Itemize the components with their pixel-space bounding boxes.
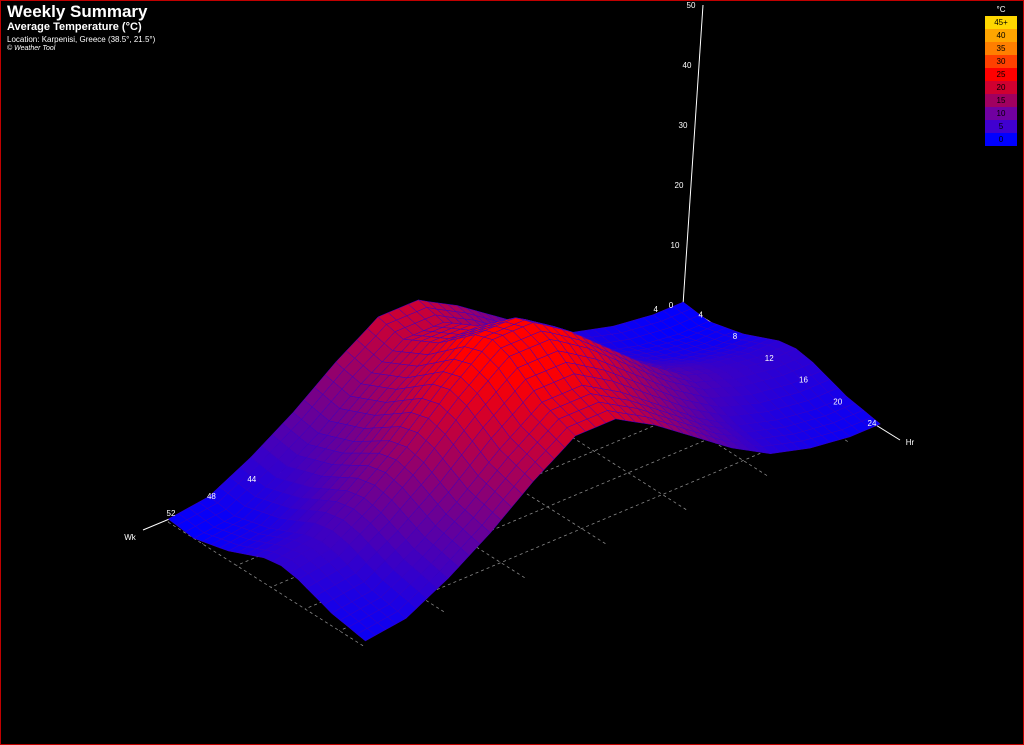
location-text: Location: Karpenisi, Greece (38.5°, 21.5… (7, 35, 156, 44)
legend-item: 30 (985, 55, 1017, 68)
week-axis-label: Wk (124, 533, 137, 542)
hour-tick-label: 24 (868, 419, 877, 428)
week-tick-label: 48 (207, 492, 216, 501)
legend-item: 40 (985, 29, 1017, 42)
hour-tick-label: 16 (799, 376, 808, 385)
z-axis-line (682, 4, 704, 306)
legend-item: 5 (985, 120, 1017, 133)
week-tick-label: 4 (653, 305, 658, 314)
legend-item: 25 (985, 68, 1017, 81)
z-tick-label: 20 (675, 181, 684, 190)
chart-subtitle: Average Temperature (°C) (7, 21, 142, 33)
surface-plot: 0102030405048121620244444852HrWk (124, 1, 915, 648)
z-tick-label: 50 (687, 1, 696, 10)
legend-item: 10 (985, 107, 1017, 120)
legend-item: 0 (985, 133, 1017, 146)
hour-tick-label: 20 (833, 397, 842, 406)
hour-tick-label: 12 (765, 354, 774, 363)
z-tick-label: 10 (671, 241, 680, 250)
legend-item: 35 (985, 42, 1017, 55)
legend-item: 20 (985, 81, 1017, 94)
hour-axis-label: Hr (906, 438, 915, 447)
z-tick-label: 0 (669, 301, 674, 310)
chart-title: Weekly Summary (7, 2, 148, 21)
color-legend: °C 45+ 40 35 30 25 20 15 10 5 0 (985, 3, 1017, 146)
z-tick-label: 30 (679, 121, 688, 130)
hour-tick-label: 8 (733, 332, 738, 341)
credit-text: © Weather Tool (7, 45, 56, 52)
legend-item: 45+ (985, 16, 1017, 29)
week-tick-label: 52 (167, 509, 176, 518)
hour-tick-label: 4 (698, 310, 703, 319)
z-tick-label: 40 (683, 61, 692, 70)
legend-unit: °C (996, 5, 1006, 14)
week-tick-label: 44 (247, 475, 256, 484)
legend-item: 15 (985, 94, 1017, 107)
